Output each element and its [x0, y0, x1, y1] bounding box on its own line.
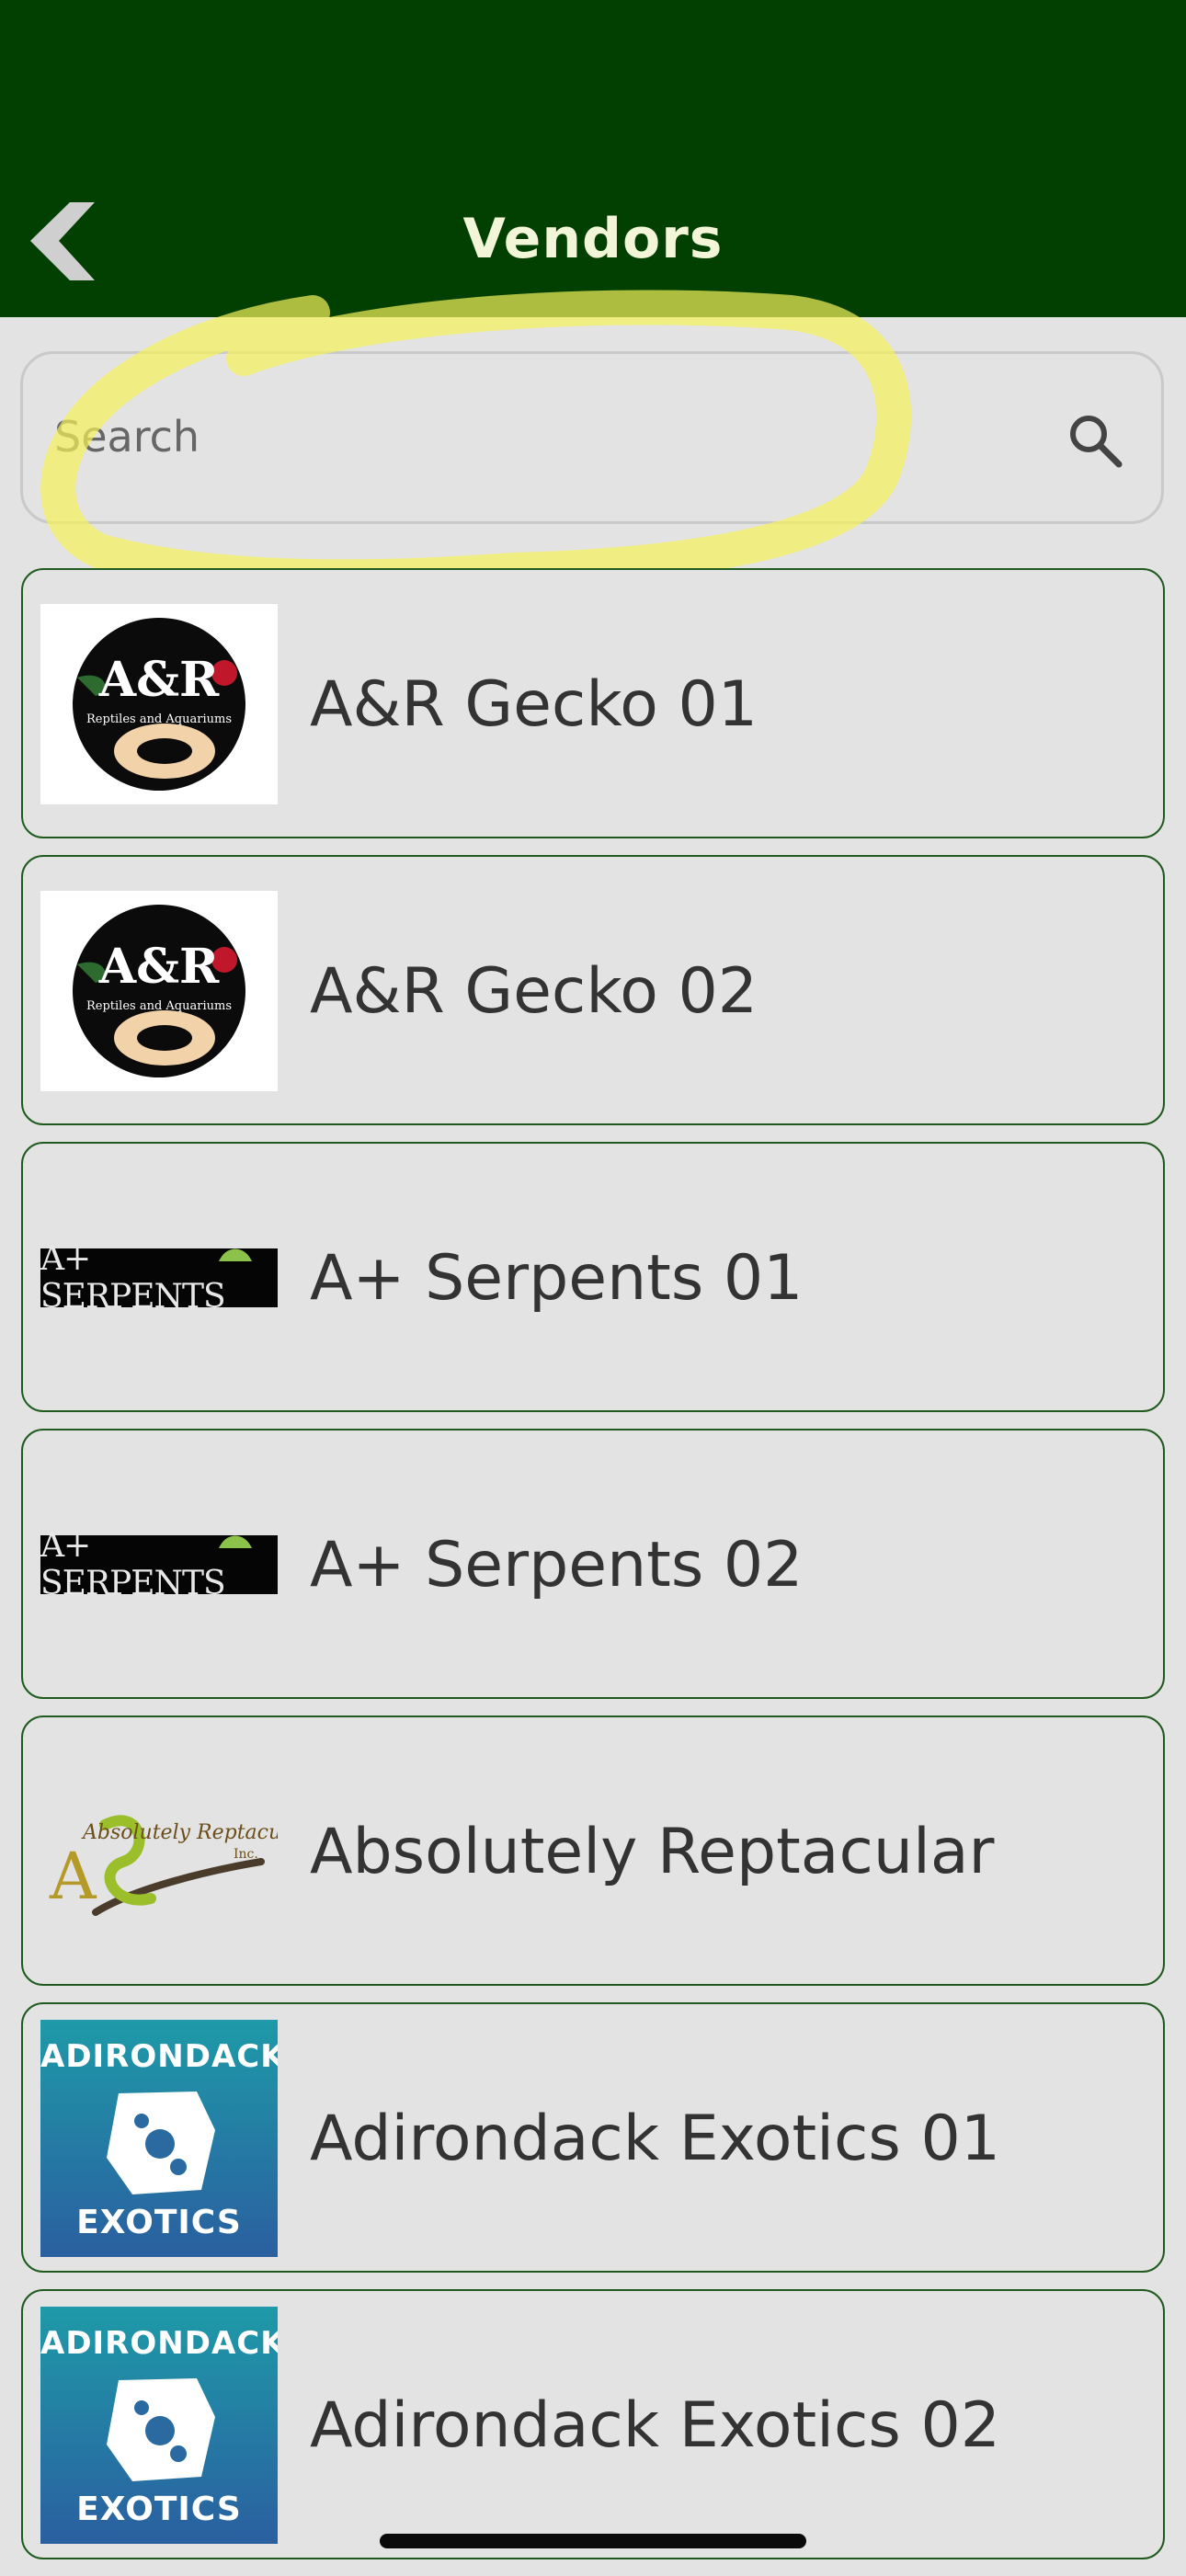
vendor-name: A+ Serpents 02 — [310, 1529, 804, 1601]
vendor-name: Absolutely Reptacular — [310, 1816, 995, 1888]
vendor-card[interactable]: A Absolutely Reptacular Inc. Absolutely … — [21, 1715, 1165, 1986]
vendor-name: A+ Serpents 01 — [310, 1242, 804, 1315]
logo-text: Absolutely Reptacular — [83, 1821, 278, 1844]
vendor-card[interactable]: A&R Reptiles and Aquariums A&R Gecko 02 — [21, 855, 1165, 1125]
logo-text: A&R — [98, 652, 220, 708]
logo-subtext: Reptiles and Aquariums — [86, 712, 232, 726]
leaf-icon — [219, 1535, 252, 1548]
vendor-card[interactable]: A+ SERPENTS A+ Serpents 01 — [21, 1142, 1165, 1412]
logo-subtext: Inc. — [234, 1847, 258, 1862]
vendor-list: A&R Reptiles and Aquariums A&R Gecko 01 … — [21, 568, 1165, 2576]
search-bar[interactable] — [20, 351, 1164, 524]
a-plus-serpents-logo: A+ SERPENTS — [40, 1465, 278, 1665]
logo-subtext: Reptiles and Aquariums — [86, 999, 232, 1013]
vendor-name: A&R Gecko 01 — [310, 668, 758, 741]
vendor-name: Adirondack Exotics 02 — [310, 2389, 1000, 2462]
home-indicator[interactable] — [380, 2534, 806, 2548]
ar-reptiles-logo: A&R Reptiles and Aquariums — [40, 604, 278, 804]
page-title: Vendors — [462, 207, 724, 271]
ar-reptiles-logo: A&R Reptiles and Aquariums — [40, 891, 278, 1091]
vendor-card[interactable]: A+ SERPENTS A+ Serpents 02 — [21, 1429, 1165, 1699]
logo-subtext: EXOTICS — [76, 2491, 242, 2528]
vendor-name: Adirondack Exotics 01 — [310, 2103, 1000, 2175]
vendor-card[interactable]: ADIRONDACK EXOTICS Adirondack Exotics 02 — [21, 2289, 1165, 2559]
vendor-name: A&R Gecko 02 — [310, 955, 758, 1028]
adirondack-exotics-logo: ADIRONDACK EXOTICS — [40, 2307, 278, 2544]
absolutely-reptacular-logo: A Absolutely Reptacular Inc. — [40, 1751, 278, 1952]
logo-subtext: EXOTICS — [76, 2204, 242, 2241]
svg-text:A: A — [49, 1839, 97, 1914]
header-bar: Vendors — [0, 0, 1186, 317]
a-plus-serpents-logo: A+ SERPENTS — [40, 1178, 278, 1378]
vendor-card[interactable]: ADIRONDACK EXOTICS Adirondack Exotics 01 — [21, 2002, 1165, 2273]
adirondack-exotics-logo: ADIRONDACK EXOTICS — [40, 2020, 278, 2257]
logo-text: A&R — [98, 939, 220, 995]
search-icon[interactable] — [1066, 411, 1124, 470]
vendor-card[interactable]: A&R Reptiles and Aquariums A&R Gecko 01 — [21, 568, 1165, 838]
leaf-icon — [219, 1248, 252, 1261]
search-input[interactable] — [54, 391, 1020, 483]
